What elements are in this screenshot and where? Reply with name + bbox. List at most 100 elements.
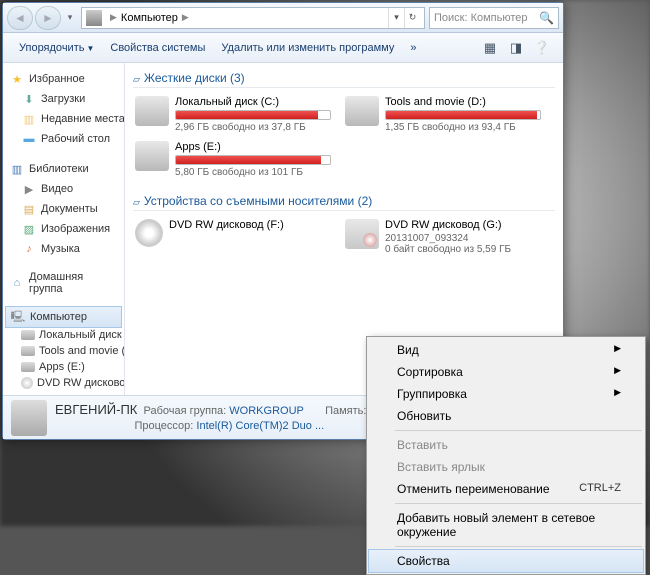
breadcrumb-separator: ▶ xyxy=(110,12,117,23)
drive-label: Apps (E:) xyxy=(175,141,331,153)
shortcut-label: CTRL+Z xyxy=(579,482,621,496)
ctx-properties[interactable]: Свойства xyxy=(368,549,644,573)
sidebar-favorites[interactable]: ★Избранное xyxy=(3,69,124,89)
sidebar-item-drive-c[interactable]: Локальный диск (C:) xyxy=(3,327,124,343)
search-icon: 🔍 xyxy=(539,11,554,25)
refresh-button[interactable]: ↻ xyxy=(404,8,420,28)
drive-label: DVD RW дисковод (F:) xyxy=(169,219,331,231)
dvd-drive-icon xyxy=(135,219,163,247)
titlebar: ◄ ► ▾ ▶ Компьютер ▶ ▾ ↻ Поиск: Компьютер… xyxy=(3,3,563,33)
context-menu: Вид▶ Сортировка▶ Группировка▶ Обновить В… xyxy=(366,336,646,575)
drive-icon xyxy=(21,362,35,372)
section-hard-drives[interactable]: ▱Жесткие диски (3) xyxy=(133,69,555,88)
toolbar: Упорядочить▼ Свойства системы Удалить ил… xyxy=(3,33,563,63)
breadcrumb[interactable]: ▶ Компьютер ▶ ▾ ↻ xyxy=(81,7,425,29)
folder-icon: ▥ xyxy=(21,111,37,127)
sidebar-item-recent[interactable]: ▥Недавние места xyxy=(3,109,124,129)
documents-icon: ▤ xyxy=(21,201,37,217)
search-input[interactable]: Поиск: Компьютер 🔍 xyxy=(429,7,559,29)
memory-label: Память: xyxy=(325,405,366,417)
ctx-group[interactable]: Группировка▶ xyxy=(369,383,643,405)
ctx-sort[interactable]: Сортировка▶ xyxy=(369,361,643,383)
hdd-icon xyxy=(345,96,379,126)
computer-icon xyxy=(11,400,47,436)
computer-icon: 🖳 xyxy=(10,309,26,325)
separator xyxy=(395,546,642,547)
drive-d[interactable]: Tools and movie (D:) 1,35 ГБ свободно из… xyxy=(343,94,543,135)
dvd-icon xyxy=(21,377,33,389)
cpu-label: Процессор: xyxy=(134,420,193,432)
star-icon: ★ xyxy=(9,71,25,87)
submenu-arrow-icon: ▶ xyxy=(614,365,621,379)
drive-label: Tools and movie (D:) xyxy=(385,96,541,108)
drive-label: Локальный диск (C:) xyxy=(175,96,331,108)
sidebar-item-video[interactable]: ▶Видео xyxy=(3,179,124,199)
drive-free-text: 5,80 ГБ свободно из 101 ГБ xyxy=(175,167,331,178)
sidebar-libraries[interactable]: ▥Библиотеки xyxy=(3,159,124,179)
section-removable[interactable]: ▱Устройства со съемными носителями (2) xyxy=(133,192,555,211)
downloads-icon: ⬇ xyxy=(21,91,37,107)
homegroup-icon: ⌂ xyxy=(9,275,25,291)
breadcrumb-dropdown[interactable]: ▾ xyxy=(388,8,404,28)
toolbar-overflow[interactable]: » xyxy=(402,38,424,58)
computer-name: ЕВГЕНИЙ-ПК xyxy=(55,402,137,417)
sidebar-item-desktop[interactable]: ▬Рабочий стол xyxy=(3,129,124,149)
ctx-undo-rename[interactable]: Отменить переименованиеCTRL+Z xyxy=(369,478,643,500)
workgroup-label: Рабочая группа: xyxy=(144,405,227,417)
organize-menu[interactable]: Упорядочить▼ xyxy=(11,38,102,58)
sidebar-item-documents[interactable]: ▤Документы xyxy=(3,199,124,219)
usage-bar xyxy=(175,110,331,120)
ctx-add-network-location[interactable]: Добавить новый элемент в сетевое окружен… xyxy=(369,507,643,543)
drive-f[interactable]: DVD RW дисковод (F:) xyxy=(133,217,333,257)
breadcrumb-separator: ▶ xyxy=(182,12,189,23)
drive-free-text: 1,35 ГБ свободно из 93,4 ГБ xyxy=(385,122,541,133)
sidebar-item-music[interactable]: ♪Музыка xyxy=(3,239,124,259)
search-placeholder: Поиск: Компьютер xyxy=(434,12,528,24)
video-icon: ▶ xyxy=(21,181,37,197)
sidebar-computer[interactable]: 🖳Компьютер xyxy=(5,306,122,328)
drive-g[interactable]: DVD RW дисковод (G:) 20131007_093324 0 б… xyxy=(343,217,543,257)
system-properties-button[interactable]: Свойства системы xyxy=(102,38,213,58)
separator xyxy=(395,503,642,504)
sidebar-item-drive-g[interactable]: DVD RW дисковод ( xyxy=(3,375,124,391)
ctx-paste: Вставить xyxy=(369,434,643,456)
cpu-value: Intel(R) Core(TM)2 Duo ... xyxy=(196,420,324,432)
music-icon: ♪ xyxy=(21,241,37,257)
nav-forward-button[interactable]: ► xyxy=(35,6,61,30)
separator xyxy=(395,430,642,431)
drive-free-text: 0 байт свободно из 5,59 ГБ xyxy=(385,244,541,255)
usage-bar xyxy=(385,110,541,120)
workgroup-value: WORKGROUP xyxy=(229,405,303,417)
hdd-icon xyxy=(135,141,169,171)
ctx-view[interactable]: Вид▶ xyxy=(369,339,643,361)
drive-c[interactable]: Локальный диск (C:) 2,96 ГБ свободно из … xyxy=(133,94,333,135)
sidebar-item-drive-e[interactable]: Apps (E:) xyxy=(3,359,124,375)
drive-icon xyxy=(21,330,35,340)
desktop-icon: ▬ xyxy=(21,131,37,147)
drive-icon xyxy=(21,346,35,356)
sidebar-item-drive-d[interactable]: Tools and movie (D:) xyxy=(3,343,124,359)
drive-free-text: 2,96 ГБ свободно из 37,8 ГБ xyxy=(175,122,331,133)
sidebar-item-downloads[interactable]: ⬇Загрузки xyxy=(3,89,124,109)
ctx-refresh[interactable]: Обновить xyxy=(369,405,643,427)
collapse-icon: ▱ xyxy=(133,197,140,207)
dvd-drive-icon xyxy=(345,219,379,249)
ctx-paste-shortcut: Вставить ярлык xyxy=(369,456,643,478)
usage-bar xyxy=(175,155,331,165)
breadcrumb-item[interactable]: Компьютер xyxy=(121,12,178,24)
sidebar-item-images[interactable]: ▨Изображения xyxy=(3,219,124,239)
submenu-arrow-icon: ▶ xyxy=(614,343,621,357)
images-icon: ▨ xyxy=(21,221,37,237)
help-button[interactable]: ❔ xyxy=(531,37,553,59)
submenu-arrow-icon: ▶ xyxy=(614,387,621,401)
nav-back-button[interactable]: ◄ xyxy=(7,6,33,30)
hdd-icon xyxy=(135,96,169,126)
drive-e[interactable]: Apps (E:) 5,80 ГБ свободно из 101 ГБ xyxy=(133,139,333,180)
libraries-icon: ▥ xyxy=(9,161,25,177)
drive-label: DVD RW дисковод (G:) xyxy=(385,219,541,231)
nav-history-dropdown[interactable]: ▾ xyxy=(63,12,77,23)
sidebar-homegroup[interactable]: ⌂Домашняя группа xyxy=(3,269,124,297)
view-mode-button[interactable]: ▦ xyxy=(479,37,501,59)
preview-pane-button[interactable]: ◨ xyxy=(505,37,527,59)
uninstall-program-button[interactable]: Удалить или изменить программу xyxy=(213,38,402,58)
